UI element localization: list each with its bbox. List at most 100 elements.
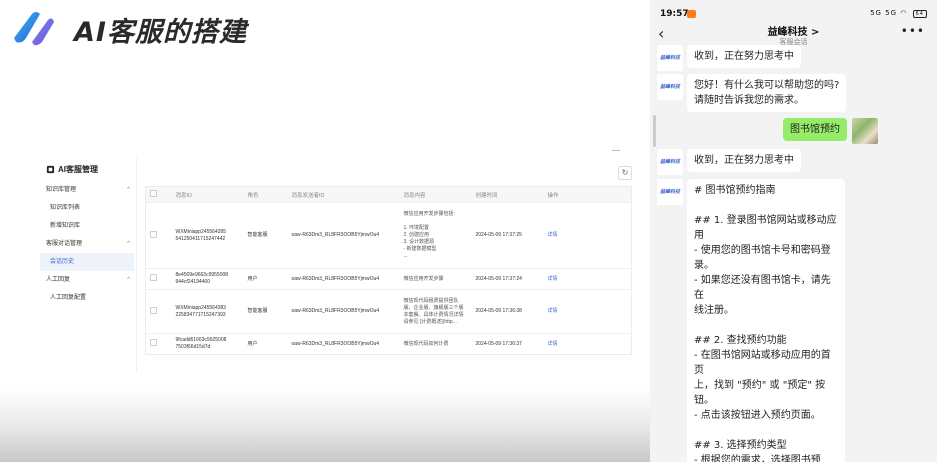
table-cell [145,333,172,355]
table-row: 8e4509e9663c9955008 944cf24194460 用户 oaw-R… [145,268,632,290]
column-header: 消息ID [171,186,244,203]
sidebar-label: 人工回复 [46,277,71,283]
slide-title: AI客服的搭建 [74,17,247,48]
row-checkbox[interactable] [150,274,157,281]
sender-id-cell: oaw-R63Dm3_RL8FR3OOB5YjmwOu4 [291,308,380,314]
table-cell: 用户 [243,268,288,290]
table-cell: 微信应用开发步骤 [399,268,472,290]
time-cell: 2024-05-09 17:37:24 [475,275,522,282]
chevron-up-icon: ^ [127,241,130,247]
table-cell: WXMiniapp245564383 225834771715247393 [171,289,244,334]
table-cell: 详情 [543,268,632,290]
table-cell: 详情 [543,289,632,334]
table-cell: 智能客服 [243,202,288,269]
bot-avatar[interactable]: 益峰科技 [657,179,683,205]
sidebar-label: 客服对话管理 [46,241,83,247]
table-cell: 详情 [543,333,632,355]
bot-message-bubble[interactable]: 收到，正在努力思考中 [687,45,801,68]
bot-avatar[interactable]: 益峰科技 [657,149,683,175]
message-id-cell: 9fcadd61663c9925008 7503f66d15d7d [175,337,227,350]
table-cell: 9fcadd61663c9925008 7503f66d15d7d [171,333,244,355]
time-cell: 2024-05-09 17:36:38 [475,308,522,314]
detail-link[interactable]: 详情 [548,341,558,347]
refresh-button[interactable]: ↻ [618,166,632,180]
table-cell: 微信应用开发步骤包括: 1. 环境配置 2. 创建应用 3. 设计数据源 - 新… [399,202,472,269]
status-bar: 19:57 5G 5G ◠ 64 [650,0,937,22]
bot-avatar[interactable]: 益峰科技 [657,74,683,100]
table-cell: WXMiniapp245564395 541250411715247442 [171,202,244,269]
user-avatar[interactable] [852,118,878,144]
message-id-cell: WXMiniapp245564383 225834771715247393 [175,304,227,318]
column-header: 消息内容 [399,186,472,203]
table-cell: oaw-R63Dm3_RL8FR3OOB5YjmwOu4 [287,202,400,269]
column-header [145,186,172,203]
detail-link[interactable]: 详情 [548,308,558,314]
sidebar-group[interactable]: 客服对话管理 ^ [40,235,134,253]
table-cell [145,289,172,334]
sender-id-cell: oaw-R63Dm3_RL8FR3OOB5YjmwOu4 [291,340,380,347]
table-cell: 微信现代码如何计费 [399,333,472,355]
bot-message-bubble[interactable]: 收到，正在努力思考中 [687,149,801,172]
admin-panel: AI客服管理 知识库管理 ^ 知识库列表 新增知识库 客服对话管理 ^ 会话历史 人工回复 ^ 人… [40,148,642,373]
chat-title[interactable]: 益峰科技 > [650,23,937,38]
phone-chat: 19:57 5G 5G ◠ 64 ‹ 益峰科技 > 客服会话 ••• 益峰科技收… [650,0,937,462]
time-cell: 2024-05-09 17:37:25 [475,232,522,238]
message-table: 消息ID 角色 消息发送者ID 消息内容 创建时间 操作 WXMiniapp2455643… [145,186,632,355]
content-cell: 微信现代码如何计费 [403,340,449,347]
sidebar-item[interactable]: 知识库列表 [40,199,134,217]
table-cell [145,268,172,290]
row-checkbox[interactable] [150,306,157,314]
bot-avatar[interactable]: 益峰科技 [657,45,683,71]
table-cell: 用户 [243,333,288,355]
battery-icon: 64 [912,10,927,18]
scrollbar[interactable] [653,115,656,147]
column-header: 操作 [543,186,632,203]
sidebar-label: 新增知识库 [50,223,81,229]
bot-message-bubble[interactable]: # 图书馆预约指南 ## 1. 登录图书馆网站或移动应用 - 使用您的图书馆卡号… [687,179,845,462]
table-cell: oaw-R63Dm3_RL8FR3OOB5YjmwOu4 [287,289,400,334]
detail-link[interactable]: 详情 [548,232,558,238]
table-row: WXMiniapp245564395 541250411715247442 智能客… [145,202,632,269]
role-cell: 用户 [247,275,258,282]
sidebar-item[interactable]: 人工回复配置 [40,289,134,307]
column-header: 消息发送者ID [287,186,400,203]
table-cell: 详情 [543,202,632,269]
table-cell: 2024-05-09 17:36:37 [471,333,544,355]
role-cell: 用户 [247,340,258,347]
message-id-cell: WXMiniapp245564395 541250411715247442 [175,228,227,242]
notification-icon [687,10,696,18]
refresh-icon: ↻ [621,168,629,177]
status-time: 19:57 [660,9,689,19]
sidebar-label: 知识库列表 [50,205,81,211]
row-checkbox[interactable] [150,339,157,346]
brand-label: AI客服管理 [58,165,98,174]
role-cell: 智能客服 [247,232,268,238]
signal-icon: 5G 5G [870,9,898,17]
bot-message-bubble[interactable]: 您好！有什么我可以帮助您的吗? 请随时告诉我您的需求。 [687,74,847,112]
row-checkbox[interactable] [150,230,157,238]
table-cell: 8e4509e9663c9955008 944cf24194460 [171,268,244,290]
status-indicators: 5G 5G ◠ 64 [870,9,927,18]
detail-link[interactable]: 详情 [548,276,558,282]
wifi-icon: ◠ [900,9,908,17]
content-cell: 微信应用开发步骤包括: 1. 环境配置 2. 创建应用 3. 设计数据源 - 新… [403,211,455,259]
column-header: 角色 [243,186,288,203]
sidebar-item[interactable]: 新增知识库 [40,217,134,235]
table-header: 消息ID 角色 消息发送者ID 消息内容 创建时间 操作 [145,186,632,203]
sender-id-cell: oaw-R63Dm3_RL8FR3OOB5YjmwOu4 [291,232,380,238]
table-cell: 2024-05-09 17:37:24 [471,268,544,290]
table-cell: oaw-R63Dm3_RL8FR3OOB5YjmwOu4 [287,268,400,290]
chevron-up-icon: ^ [127,277,130,283]
column-header: 创建时间 [471,186,544,203]
sidebar-group[interactable]: 人工回复 ^ [40,271,134,289]
sidebar-item[interactable]: 会话历史 [40,253,134,271]
role-cell: 智能客服 [247,308,268,314]
sidebar-group[interactable]: 知识库管理 ^ [40,181,134,199]
select-all-checkbox[interactable] [150,190,157,197]
message-id-cell: 8e4509e9663c9955008 944cf24194460 [175,272,229,285]
more-dots-icon[interactable]: ••• [901,24,925,38]
user-message-bubble[interactable]: 图书馆预约 [783,118,847,141]
table-row: 9fcadd61663c9925008 7503f66d15d7d 用户 oaw-R… [145,333,632,355]
table-cell: 2024-05-09 17:37:25 [471,202,544,269]
sidebar-label: 知识库管理 [46,187,77,193]
